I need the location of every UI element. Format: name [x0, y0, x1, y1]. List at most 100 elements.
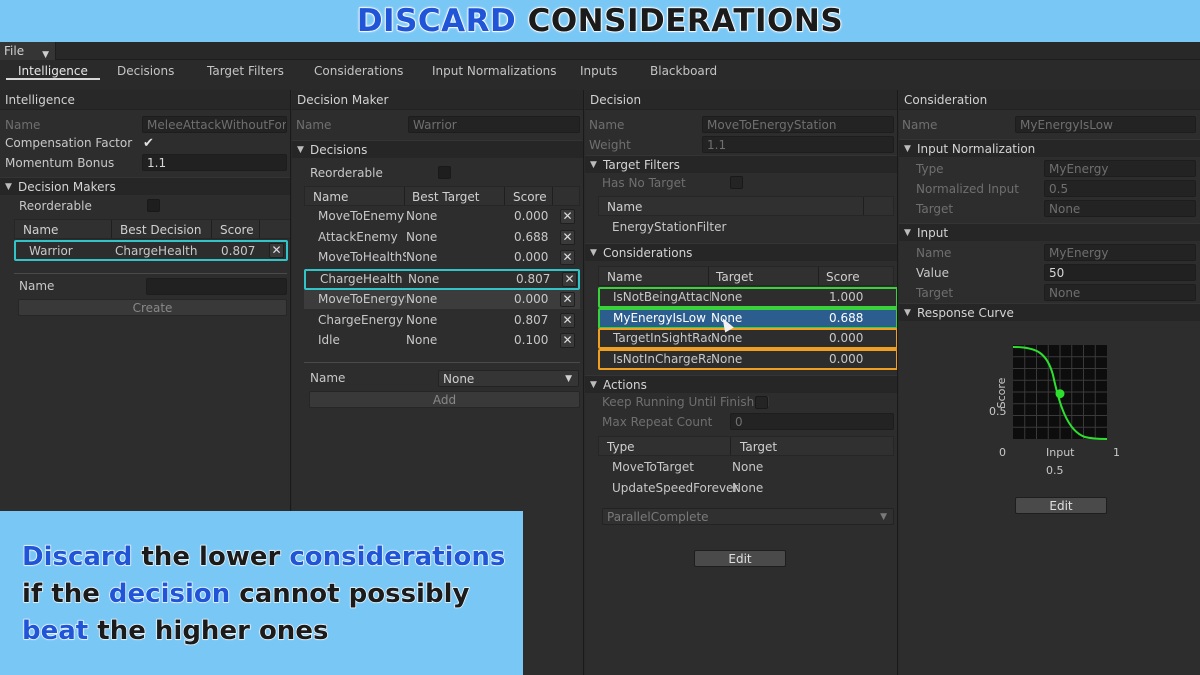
- table-row[interactable]: Warrior ChargeHealth 0.807 ✕: [14, 240, 288, 261]
- name-label: Name: [296, 118, 332, 132]
- caption-line-2: if the decision cannot possibly: [21, 576, 523, 613]
- row-name: MoveToEnergyS: [318, 291, 406, 306]
- tab-inputs[interactable]: Inputs: [580, 62, 617, 80]
- row-target: None: [711, 290, 743, 304]
- edit-button[interactable]: Edit: [694, 550, 786, 567]
- decision-name-field[interactable]: MoveToEnergyStation: [702, 116, 894, 133]
- normalized-input-field[interactable]: 0.5: [1044, 180, 1196, 197]
- response-curve-section[interactable]: ▼ Response Curve: [899, 303, 1200, 321]
- decision-panel: Decision Name MoveToEnergyStation Weight…: [585, 90, 898, 675]
- decisions-section[interactable]: ▼ Decisions: [292, 140, 583, 158]
- input-section[interactable]: ▼ Input: [899, 223, 1200, 241]
- type-field[interactable]: MyEnergy: [1044, 160, 1196, 177]
- check-icon[interactable]: ✔: [143, 137, 154, 150]
- panel-title: Decision: [585, 90, 897, 110]
- row-score: 0.807: [221, 244, 256, 258]
- tab-intelligence[interactable]: Intelligence: [6, 62, 100, 80]
- column-divider: [404, 187, 405, 205]
- close-icon[interactable]: ✕: [560, 250, 575, 266]
- table-row[interactable]: TargetInSightRadi None 0.000: [598, 328, 897, 350]
- input-normalization-section[interactable]: ▼ Input Normalization: [899, 139, 1200, 157]
- decision-dropdown[interactable]: None ▼: [438, 370, 579, 387]
- close-icon[interactable]: ✕: [560, 312, 575, 328]
- curve-point-marker[interactable]: [1055, 389, 1065, 399]
- close-icon[interactable]: ✕: [269, 243, 284, 258]
- expand-arrow-icon: ▼: [5, 182, 12, 192]
- filter-row[interactable]: EnergyStationFilter: [612, 218, 726, 237]
- col-name: Name: [607, 200, 643, 214]
- table-row[interactable]: MoveToEnemy None 0.000 ✕: [304, 207, 580, 226]
- row-name: ChargeHealth: [320, 272, 403, 287]
- col-score: Score: [513, 190, 547, 204]
- tab-target-filters[interactable]: Target Filters: [207, 62, 284, 80]
- action-row[interactable]: MoveToTarget None: [598, 458, 894, 477]
- decision-makers-section[interactable]: ▼ Decision Makers: [0, 177, 290, 195]
- close-icon[interactable]: ✕: [560, 229, 575, 245]
- close-icon[interactable]: ✕: [562, 272, 577, 288]
- input-name-field[interactable]: MyEnergy: [1044, 244, 1196, 261]
- intelligence-name-field[interactable]: MeleeAttackWithoutForce: [142, 116, 287, 133]
- close-icon[interactable]: ✕: [560, 291, 575, 307]
- col-target: Target: [740, 440, 778, 454]
- chevron-down-icon: ▼: [880, 512, 887, 522]
- target-filters-section[interactable]: ▼ Target Filters: [585, 155, 897, 173]
- table-row[interactable]: MoveToEnergyS None 0.000 ✕: [304, 289, 580, 309]
- table-row[interactable]: MyEnergyIsLow None 0.688: [598, 307, 897, 329]
- consideration-name-field[interactable]: MyEnergyIsLow: [1015, 116, 1196, 133]
- add-button[interactable]: Add: [309, 391, 580, 408]
- has-no-target-checkbox[interactable]: [730, 176, 743, 189]
- max-repeat-field[interactable]: 0: [730, 413, 894, 430]
- row-best-decision: ChargeHealth: [115, 244, 198, 258]
- consideration-panel: Consideration Name MyEnergyIsLow ▼ Input …: [899, 90, 1200, 675]
- expand-arrow-icon: ▼: [904, 144, 911, 154]
- table-row[interactable]: AttackEnemy None 0.688 ✕: [304, 228, 580, 247]
- actions-table-header: Type Target: [598, 436, 894, 456]
- row-score: 0.000: [514, 291, 549, 306]
- tab-blackboard[interactable]: Blackboard: [650, 62, 717, 80]
- caption-word: decision: [108, 578, 231, 609]
- table-row[interactable]: MoveToHealthSt None 0.000 ✕: [304, 248, 580, 267]
- keep-running-checkbox[interactable]: [755, 396, 768, 409]
- momentum-bonus-field[interactable]: 1.1: [142, 154, 287, 171]
- target-label: Target: [916, 202, 954, 216]
- input-name-label: Name: [916, 246, 952, 260]
- table-row[interactable]: IsNotInChargeRad None 0.000: [598, 349, 897, 371]
- completion-dropdown[interactable]: ParallelComplete ▼: [602, 508, 894, 525]
- row-target: None: [408, 272, 440, 287]
- input-target-field[interactable]: None: [1044, 284, 1196, 301]
- actions-section[interactable]: ▼ Actions: [585, 375, 897, 393]
- col-type: Type: [607, 440, 635, 454]
- reorderable-checkbox[interactable]: [438, 166, 451, 179]
- table-row[interactable]: ChargeHealth None 0.807 ✕: [304, 269, 580, 291]
- row-name: IsNotBeingAttacke: [613, 290, 711, 304]
- row-score: 0.000: [829, 352, 864, 367]
- create-button[interactable]: Create: [18, 299, 287, 316]
- table-row[interactable]: Idle None 0.100 ✕: [304, 331, 580, 350]
- close-icon[interactable]: ✕: [560, 209, 575, 224]
- caption-word: the lower: [132, 541, 290, 572]
- row-score: 0.000: [514, 209, 549, 223]
- considerations-section[interactable]: ▼ Considerations: [585, 243, 897, 261]
- decision-maker-name-field[interactable]: Warrior: [408, 116, 580, 133]
- tab-input-normalizations[interactable]: Input Normalizations: [432, 62, 557, 80]
- target-field[interactable]: None: [1044, 200, 1196, 217]
- caption-word: Discard: [21, 541, 133, 572]
- row-target: None: [406, 333, 438, 348]
- compensation-factor-label: Compensation Factor: [5, 136, 133, 150]
- tab-considerations[interactable]: Considerations: [314, 62, 403, 80]
- file-menu[interactable]: File ▼: [0, 42, 56, 60]
- weight-field[interactable]: 1.1: [702, 136, 894, 153]
- create-name-field[interactable]: [146, 278, 287, 295]
- tab-decisions[interactable]: Decisions: [117, 62, 174, 80]
- reorderable-checkbox[interactable]: [147, 199, 160, 212]
- title-word-considerations: CONSIDERATIONS: [527, 2, 844, 40]
- value-field[interactable]: 50: [1044, 264, 1196, 281]
- table-row[interactable]: ChargeEnergy None 0.807 ✕: [304, 311, 580, 330]
- response-curve-graph[interactable]: Score 0.5 0 Input 1 0.5: [989, 335, 1129, 485]
- row-target: None: [406, 250, 438, 265]
- table-row[interactable]: IsNotBeingAttackeNone 1.000: [598, 287, 897, 308]
- close-icon[interactable]: ✕: [560, 333, 575, 349]
- panel-title: Intelligence: [0, 90, 290, 110]
- edit-curve-button[interactable]: Edit: [1015, 497, 1107, 514]
- action-row[interactable]: UpdateSpeedForever None: [598, 479, 894, 498]
